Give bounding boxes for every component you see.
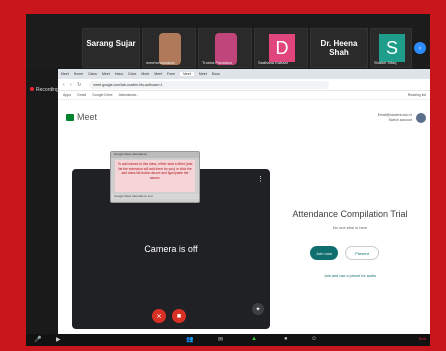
browser-tab[interactable]: Meet [141, 72, 149, 76]
bookmark-item[interactable]: Gmail [77, 93, 86, 97]
participant-strip: Sarang Sujar mechrovisaaksh Trusha Pavas… [26, 14, 430, 68]
participant-tile-2[interactable]: mechrovisaaksh [142, 28, 196, 68]
attendance-extension-popup: Google Meet Attendance To add names to t… [110, 151, 200, 203]
meet-logo: Meet [66, 112, 97, 122]
browser-tab[interactable]: Meet [154, 72, 162, 76]
join-now-button[interactable]: Join now [310, 246, 338, 260]
browser-tab[interactable]: Docs [212, 72, 220, 76]
participant-tile-6[interactable]: S Shaikh Sifaq [370, 28, 412, 68]
effects-icon[interactable]: ✦ [252, 303, 264, 315]
meet-icon [66, 113, 74, 121]
browser-tab[interactable]: Meet [102, 72, 110, 76]
chevron-right-icon[interactable]: › [414, 42, 426, 54]
camera-status: Camera is off [144, 244, 198, 254]
browser-tab[interactable]: Inbox [115, 72, 124, 76]
participant-name: Sarang Sujar [86, 39, 136, 48]
camera-off-button[interactable]: ■ [172, 309, 186, 323]
participant-tile-4[interactable]: D Sadhana Kabaar [254, 28, 308, 68]
participant-tile-3[interactable]: Trusha Pavaskar [198, 28, 252, 68]
participant-name: mechrovisaaksh [146, 60, 175, 65]
url-field[interactable]: meet.google.com/lab-onwkln-hfu-authuser=… [89, 80, 330, 89]
phone-audio-link[interactable]: Join and use a phone for audio [290, 274, 410, 278]
shared-screen: Meet Home Class Meet Inbox Drive Meet Me… [58, 69, 430, 334]
browser-tab[interactable]: Meet [199, 72, 207, 76]
address-bar: ‹ › ↻ meet.google.com/lab-onwkln-hfu-aut… [58, 79, 430, 91]
browser-tab[interactable]: Drive [128, 72, 136, 76]
mic-off-button[interactable]: ⨯ [152, 309, 166, 323]
video-icon[interactable]: ▶ [56, 336, 61, 343]
participant-name: Dr. Heena Shah [320, 39, 358, 57]
record-icon[interactable]: ● [284, 336, 288, 342]
meet-logo-text: Meet [77, 112, 98, 122]
switch-account-link[interactable]: Switch account [378, 118, 412, 123]
browser-tab-active[interactable]: Meet [180, 72, 194, 76]
bookmark-item[interactable]: Attendance... [119, 93, 140, 97]
chat-icon[interactable]: ✉ [218, 336, 223, 343]
meeting-status: No one else is here [332, 225, 368, 230]
popup-message: To add names to this class, either start… [115, 160, 195, 192]
browser-tabs: Meet Home Class Meet Inbox Drive Meet Me… [58, 69, 430, 79]
zoom-window: Sarang Sujar mechrovisaaksh Trusha Pavas… [26, 14, 430, 346]
participant-avatar-letter: D [269, 34, 295, 62]
participant-name: Trusha Pavaskar [202, 60, 233, 65]
end-button[interactable]: End [419, 336, 426, 341]
participant-tile-1[interactable]: Sarang Sujar [82, 28, 140, 68]
participant-tile-5[interactable]: Dr. Heena Shah [310, 28, 368, 68]
recording-label: Recording [36, 87, 59, 93]
recording-indicator: Recording [30, 87, 59, 93]
browser-tab[interactable]: Meet [61, 72, 69, 76]
zoom-toolbar: 🎤 ▶ 👥 ✉ ▲ ● ☺ End [26, 334, 430, 346]
participant-name: Sadhana Kabaar [258, 60, 289, 65]
meeting-title: Attendance Compilation Trial [292, 209, 408, 219]
mute-icon[interactable]: 🎤 [34, 336, 41, 343]
browser-tab[interactable]: Form [167, 72, 175, 76]
participant-avatar-letter: S [379, 34, 405, 62]
reading-list[interactable]: Reading list [408, 93, 426, 97]
share-screen-icon[interactable]: ▲ [251, 336, 257, 342]
more-options-icon[interactable]: ⋮ [257, 175, 264, 183]
participants-icon[interactable]: 👥 [186, 336, 193, 343]
popup-footer: Google Meet Attendance List [111, 194, 199, 199]
nav-arrows-icon[interactable]: ‹ › ↻ [63, 82, 83, 88]
present-button[interactable]: Present [345, 246, 379, 260]
popup-title: Google Meet Attendance [111, 152, 199, 158]
browser-tab[interactable]: Class [88, 72, 97, 76]
participant-name: Shaikh Sifaq [374, 60, 397, 65]
bookmarks-bar: Apps Gmail Google Drive Attendance... Re… [58, 91, 430, 100]
bookmark-item[interactable]: Google Drive [92, 93, 112, 97]
account-info: Email@student.edu.in Switch account [378, 113, 412, 123]
browser-tab[interactable]: Home [74, 72, 83, 76]
bookmark-item[interactable]: Apps [63, 93, 71, 97]
account-avatar[interactable] [416, 113, 426, 123]
reactions-icon[interactable]: ☺ [311, 336, 317, 342]
